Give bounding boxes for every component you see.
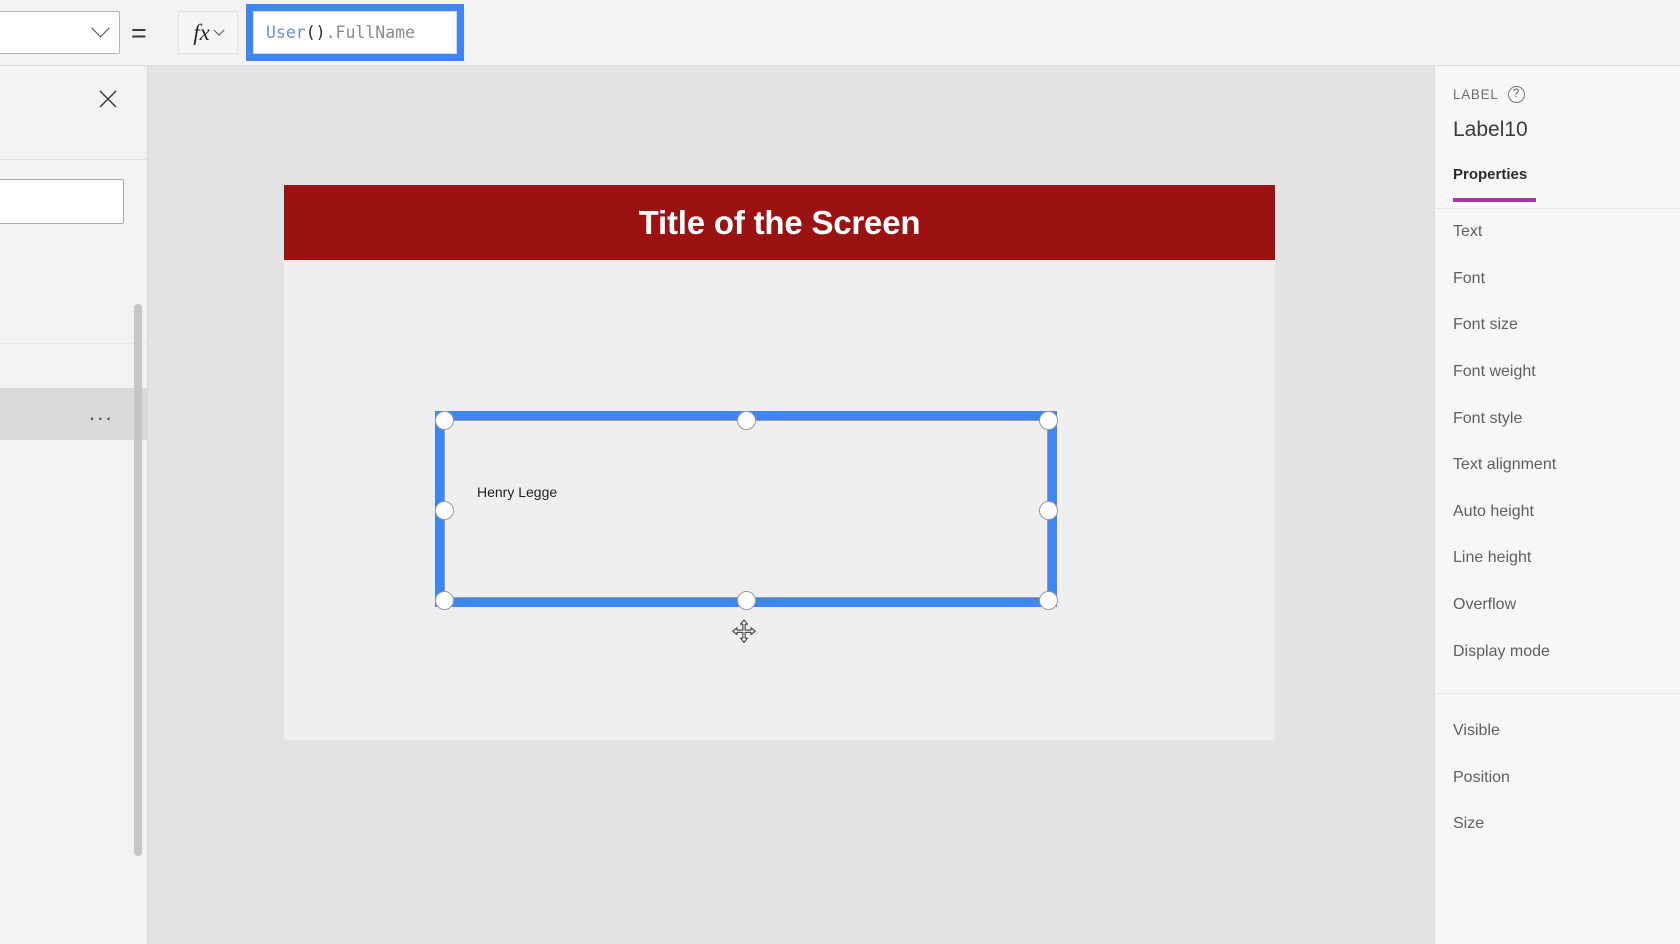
fx-button[interactable]: fx	[178, 11, 238, 54]
screen-title-banner[interactable]: Title of the Screen	[284, 185, 1275, 260]
property-row-label: Auto height	[1453, 502, 1534, 520]
formula-bar: = fx User() .FullName	[0, 0, 1680, 66]
canvas-workspace: Title of the Screen Henry Legge	[149, 66, 1434, 944]
equals-sign: =	[131, 18, 147, 48]
property-row-label: Visible	[1453, 722, 1500, 740]
chevron-down-icon	[213, 24, 225, 36]
resize-handle-middle-right[interactable]	[1039, 501, 1058, 520]
property-row-label: Font size	[1453, 316, 1518, 334]
properties-tabs: Properties	[1435, 166, 1680, 208]
screen-title-text: Title of the Screen	[638, 203, 921, 241]
overflow-menu-icon[interactable]: ...	[89, 403, 114, 424]
property-dropdown[interactable]	[0, 11, 120, 54]
property-row[interactable]: Auto height	[1435, 489, 1680, 536]
control-kind-label: LABEL	[1453, 87, 1499, 102]
left-panel-divider-2	[0, 343, 147, 344]
app-screen-canvas[interactable]: Title of the Screen Henry Legge	[284, 185, 1275, 740]
help-icon[interactable]: ?	[1507, 86, 1525, 103]
property-row[interactable]: Overflow	[1435, 582, 1680, 629]
property-row-label: Font weight	[1453, 363, 1536, 381]
resize-handle-bottom-middle[interactable]	[737, 591, 756, 610]
close-panel-button[interactable]	[95, 86, 121, 112]
close-icon	[99, 90, 117, 108]
property-row[interactable]: Text	[1435, 209, 1680, 256]
resize-handle-bottom-right[interactable]	[1039, 591, 1058, 610]
formula-token-property: .FullName	[325, 23, 416, 42]
selected-control-outline[interactable]: Henry Legge	[435, 411, 1058, 643]
chevron-down-icon	[91, 19, 110, 38]
property-row-label: Position	[1453, 768, 1510, 786]
property-row-label: Text	[1453, 223, 1483, 241]
property-row[interactable]: Font style	[1435, 395, 1680, 442]
power-apps-studio-window: = fx User() .FullName ... Title of the S…	[0, 0, 1680, 944]
left-panel-scrollbar[interactable]	[134, 304, 142, 856]
move-cursor-icon	[732, 619, 756, 643]
formula-token-punctuation: ()	[305, 23, 326, 42]
formula-token-function: User	[266, 23, 306, 42]
property-row-label: Overflow	[1453, 596, 1517, 614]
property-row[interactable]: Position	[1435, 755, 1680, 802]
property-row-label: Line height	[1453, 549, 1532, 567]
property-row-label: Font	[1453, 269, 1486, 287]
property-row[interactable]: Line height	[1435, 535, 1680, 582]
tab-properties[interactable]: Properties	[1453, 166, 1527, 195]
property-row[interactable]: Font weight	[1435, 349, 1680, 396]
resize-handle-top-left[interactable]	[435, 411, 454, 430]
properties-panel: LABEL ? Label10 Properties Text Font Font …	[1434, 66, 1680, 944]
resize-handle-bottom-left[interactable]	[435, 591, 454, 610]
control-name: Label10	[1453, 118, 1528, 141]
fx-icon: fx	[193, 19, 210, 45]
resize-handle-top-middle[interactable]	[737, 411, 756, 430]
property-row[interactable]: Font size	[1435, 302, 1680, 349]
property-row-label: Display mode	[1453, 642, 1550, 660]
control-kind-row: LABEL ?	[1453, 86, 1525, 103]
property-group-divider	[1435, 692, 1680, 694]
label-control-text: Henry Legge	[477, 484, 558, 500]
resize-handle-top-right[interactable]	[1039, 411, 1058, 430]
property-row[interactable]: Visible	[1435, 708, 1680, 755]
search-input[interactable]	[0, 179, 124, 224]
property-row[interactable]: Size	[1435, 801, 1680, 848]
resize-handle-middle-left[interactable]	[435, 501, 454, 520]
left-panel: ...	[0, 66, 148, 944]
property-list: Text Font Font size Font weight Font style Te…	[1435, 209, 1680, 848]
property-row-label: Size	[1453, 815, 1485, 833]
left-panel-divider	[0, 159, 147, 160]
property-row[interactable]: Font	[1435, 256, 1680, 303]
property-row-label: Text alignment	[1453, 456, 1557, 474]
tab-active-indicator	[1453, 198, 1536, 202]
list-item[interactable]: ...	[0, 388, 147, 440]
formula-input-highlight: User() .FullName	[246, 4, 464, 61]
property-row[interactable]: Text alignment	[1435, 442, 1680, 489]
formula-input[interactable]: User() .FullName	[253, 11, 457, 54]
property-row[interactable]: Display mode	[1435, 628, 1680, 675]
property-row-label: Font style	[1453, 409, 1523, 427]
label-control[interactable]: Henry Legge	[435, 411, 1058, 643]
